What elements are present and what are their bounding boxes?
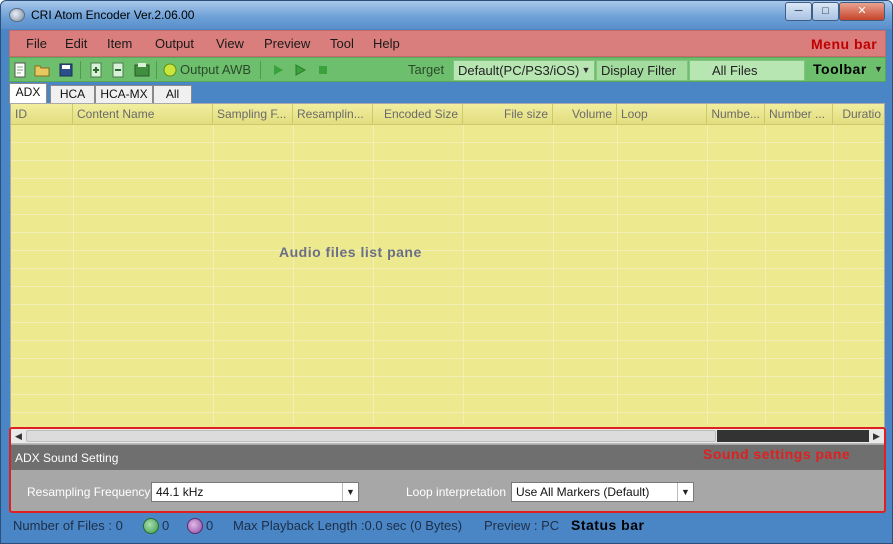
toolbar-overflow-icon[interactable]: ▼ [874,64,883,74]
grid-line [73,125,74,425]
toolbar-separator [156,61,157,79]
toolbar-label: Toolbar [813,61,867,77]
target-label: Target [408,62,445,77]
minimize-button[interactable]: ─ [785,2,812,21]
list-pane-label: Audio files list pane [279,244,422,260]
grid-line [833,125,834,425]
loop-interpretation-value: Use All Markers (Default) [516,485,650,499]
preview-target: Preview : PC [484,518,560,533]
horizontal-scrollbar[interactable]: ◀ ▶ [11,429,884,444]
column-header-file-size[interactable]: File size [463,104,553,125]
list-header: ID Content Name Sampling F... Resamplin.… [11,104,884,125]
window-title: CRI Atom Encoder Ver.2.06.00 [31,8,195,22]
column-header-encoded-size[interactable]: Encoded Size [373,104,463,125]
title-bar: CRI Atom Encoder Ver.2.06.00 ─ □ ✕ [1,1,892,29]
chevron-down-icon: ▼ [677,483,693,501]
tab-adx[interactable]: ADX [9,83,47,104]
chevron-down-icon: ▼ [342,483,358,501]
add-file-icon[interactable] [88,62,104,78]
menu-file[interactable]: File [26,36,47,51]
grid-line [463,125,464,425]
column-header-resampling[interactable]: Resamplin... [293,104,373,125]
menu-output[interactable]: Output [155,36,194,51]
scrollbar-thumb[interactable] [26,430,716,442]
loop-interpretation-label: Loop interpretation [406,485,507,499]
open-folder-icon[interactable] [34,62,50,78]
toolbar-separator [260,61,261,79]
output-awb-icon[interactable] [162,62,178,78]
success-count: 0 [162,518,170,533]
toolbar: Output AWB Target Default(PC/PS3/iOS) ▼ … [9,57,886,82]
app-window: CRI Atom Encoder Ver.2.06.00 ─ □ ✕ File … [0,0,893,544]
menu-edit[interactable]: Edit [65,36,87,51]
status-bar: Number of Files : 0 0 0 Max Playback Len… [9,514,886,538]
column-header-number-1[interactable]: Numbe... [707,104,765,125]
column-header-loop[interactable]: Loop [617,104,707,125]
file-count: Number of Files : 0 [13,518,123,533]
tab-hca[interactable]: HCA [50,85,95,103]
column-header-content-name[interactable]: Content Name [73,104,213,125]
scrollbar-track[interactable] [717,430,869,442]
grid-line [293,125,294,425]
menu-view[interactable]: View [216,36,244,51]
list-rows [11,125,884,425]
success-icon [143,518,159,534]
resampling-frequency-select[interactable]: 44.1 kHz ▼ [151,482,359,502]
menu-tool[interactable]: Tool [330,36,354,51]
menu-bar-label: Menu bar [811,36,878,52]
resampling-frequency-value: 44.1 kHz [156,485,204,499]
remove-file-icon[interactable] [110,62,126,78]
filter-value: All Files [712,63,758,78]
settings-pane-label: Sound settings pane [703,446,851,462]
column-header-sampling-frequency[interactable]: Sampling F... [213,104,293,125]
grid-line [765,125,766,425]
new-file-icon[interactable] [12,62,28,78]
grid-line [373,125,374,425]
error-icon [187,518,203,534]
maximize-button[interactable]: □ [812,2,839,21]
tab-all[interactable]: All [153,85,192,103]
chevron-down-icon: ▼ [581,65,591,75]
loop-interpretation-select[interactable]: Use All Markers (Default) ▼ [511,482,694,502]
menu-item[interactable]: Item [107,36,132,51]
column-header-id[interactable]: ID [11,104,73,125]
settings-header: ADX Sound Setting Sound settings pane [11,445,884,470]
target-value: Default(PC/PS3/iOS) [458,63,580,78]
menu-bar: File Edit Item Output View Preview Tool … [9,30,886,57]
play-icon[interactable] [270,62,286,78]
grid-line [553,125,554,425]
tab-hca-mx[interactable]: HCA-MX [95,85,153,103]
sound-settings-pane: ◀ ▶ ADX Sound Setting Sound settings pan… [9,427,886,513]
menu-preview[interactable]: Preview [264,36,310,51]
grid-line [617,125,618,425]
close-button[interactable]: ✕ [839,2,885,21]
menu-help[interactable]: Help [373,36,400,51]
play-selected-icon[interactable] [292,62,308,78]
status-bar-label: Status bar [571,517,645,533]
output-awb-button[interactable]: Output AWB [180,62,251,77]
save-icon[interactable] [58,62,74,78]
app-logo-icon [9,8,25,22]
grid-line [707,125,708,425]
max-playback-length: Max Playback Length :0.0 sec (0 Bytes) [233,518,463,533]
grid-line [213,125,214,425]
filter-dropdown[interactable]: All Files [689,60,805,81]
resampling-frequency-label: Resampling Frequency [27,485,151,499]
column-header-number-2[interactable]: Number ... [765,104,833,125]
target-dropdown[interactable]: Default(PC/PS3/iOS) ▼ [453,60,595,81]
column-header-duration[interactable]: Duratio [833,104,884,125]
encode-icon[interactable] [134,62,150,78]
scroll-right-icon[interactable]: ▶ [869,429,884,444]
error-count: 0 [206,518,214,533]
display-filter-button[interactable]: Display Filter [596,60,688,81]
audio-files-list[interactable]: ID Content Name Sampling F... Resamplin.… [10,103,885,429]
display-filter-label: Display Filter [601,63,677,78]
settings-title: ADX Sound Setting [15,451,119,465]
column-header-volume[interactable]: Volume [553,104,617,125]
scroll-left-icon[interactable]: ◀ [11,429,26,444]
stop-icon[interactable] [315,62,331,78]
toolbar-separator [80,61,81,79]
